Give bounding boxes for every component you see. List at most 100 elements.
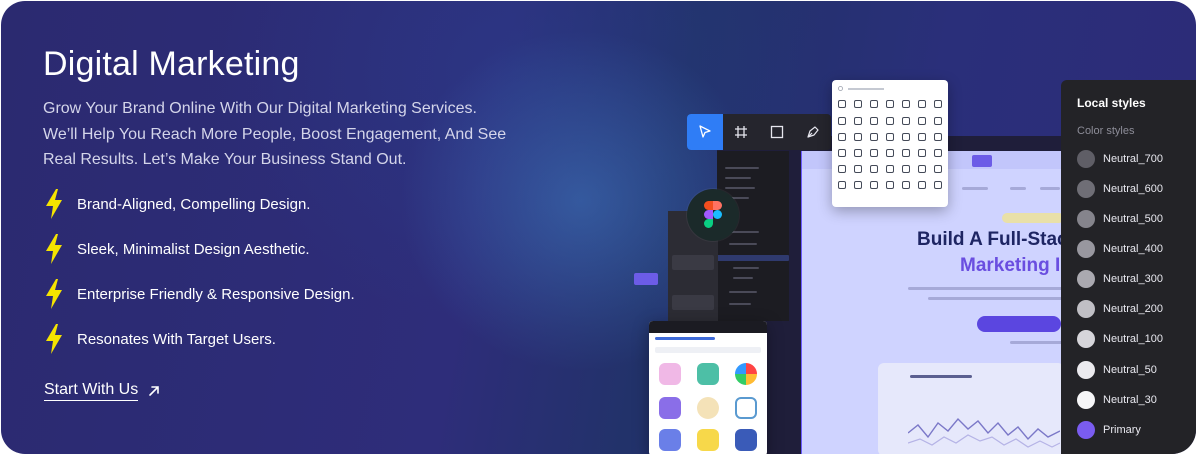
grid-icon[interactable] <box>918 100 926 108</box>
grid-icon[interactable] <box>886 100 894 108</box>
dimension-tag <box>972 155 992 167</box>
color-style-row[interactable]: Neutral_100 <box>1077 330 1163 348</box>
grid-icon[interactable] <box>838 117 846 125</box>
website-text-line <box>1010 341 1064 344</box>
grid-icon[interactable] <box>870 117 878 125</box>
frame-icon <box>735 126 747 138</box>
plugin-tabs[interactable] <box>655 337 715 340</box>
grid-icon[interactable] <box>870 165 878 173</box>
grid-icon[interactable] <box>934 149 942 157</box>
layer-row <box>729 303 751 305</box>
feature-item: Resonates With Target Users. <box>43 323 276 355</box>
color-swatch <box>1077 210 1095 228</box>
color-swatch <box>1077 300 1095 318</box>
feature-item: Brand-Aligned, Compelling Design. <box>43 188 310 220</box>
color-style-row[interactable]: Neutral_30 <box>1077 391 1157 409</box>
grid-icon[interactable] <box>934 165 942 173</box>
grid-icon[interactable] <box>886 181 894 189</box>
color-style-name: Neutral_100 <box>1103 333 1163 345</box>
grid-icon[interactable] <box>886 165 894 173</box>
color-swatch <box>1077 150 1095 168</box>
stats-line-chart <box>908 417 1060 448</box>
grid-icon[interactable] <box>854 100 862 108</box>
grid-icon[interactable] <box>902 181 910 189</box>
property-field[interactable] <box>672 295 714 310</box>
color-style-name: Neutral_700 <box>1103 153 1163 165</box>
color-style-row[interactable]: Neutral_500 <box>1077 210 1163 228</box>
grid-icon[interactable] <box>838 149 846 157</box>
grid-icon[interactable] <box>870 149 878 157</box>
color-swatch <box>1077 421 1095 439</box>
figma-logo-badge <box>687 189 739 241</box>
cursor-tool[interactable] <box>687 114 723 150</box>
sticker-thumbnail[interactable] <box>735 429 757 451</box>
grid-icon[interactable] <box>918 165 926 173</box>
sticker-thumbnail[interactable] <box>659 363 681 385</box>
color-style-row[interactable]: Primary <box>1077 421 1141 439</box>
feature-item: Sleek, Minimalist Design Aesthetic. <box>43 233 310 265</box>
grid-icon[interactable] <box>854 149 862 157</box>
grid-icon[interactable] <box>838 165 846 173</box>
sticker-thumbnail[interactable] <box>697 363 719 385</box>
grid-icon[interactable] <box>870 181 878 189</box>
grid-icon[interactable] <box>854 117 862 125</box>
grid-icon[interactable] <box>918 133 926 141</box>
nav-link <box>962 187 988 190</box>
website-hero-subtitle: Marketing I <box>960 255 1061 276</box>
grid-icon[interactable] <box>918 117 926 125</box>
sticker-thumbnail[interactable] <box>659 429 681 451</box>
sticker-thumbnail[interactable] <box>735 363 757 385</box>
plugin-search[interactable] <box>655 347 761 353</box>
grid-icon[interactable] <box>902 149 910 157</box>
grid-icon[interactable] <box>886 117 894 125</box>
sticker-thumbnail[interactable] <box>697 429 719 451</box>
color-style-row[interactable]: Neutral_300 <box>1077 270 1163 288</box>
grid-icon[interactable] <box>854 181 862 189</box>
grid-icon[interactable] <box>902 100 910 108</box>
grid-icon[interactable] <box>934 100 942 108</box>
grid-icon[interactable] <box>854 133 862 141</box>
lightning-bolt-icon <box>46 324 62 354</box>
grid-icon[interactable] <box>854 165 862 173</box>
grid-icon[interactable] <box>902 133 910 141</box>
cursor-icon <box>699 125 711 138</box>
color-swatch <box>1077 361 1095 379</box>
grid-icon[interactable] <box>902 165 910 173</box>
grid-icon[interactable] <box>902 117 910 125</box>
property-field[interactable] <box>672 255 714 270</box>
color-style-row[interactable]: Neutral_600 <box>1077 180 1163 198</box>
color-style-row[interactable]: Neutral_400 <box>1077 240 1163 258</box>
grid-icon[interactable] <box>934 133 942 141</box>
sticker-thumbnail[interactable] <box>697 397 719 419</box>
layer-row <box>729 291 757 293</box>
start-with-us-link[interactable]: Start With Us <box>44 381 160 401</box>
grid-icon[interactable] <box>886 149 894 157</box>
color-style-row[interactable]: Neutral_200 <box>1077 300 1163 318</box>
icon-search-field[interactable] <box>838 85 942 93</box>
grid-icon[interactable] <box>838 100 846 108</box>
grid-icon[interactable] <box>934 117 942 125</box>
color-swatch <box>1077 270 1095 288</box>
hero-description: Grow Your Brand Online With Our Digital … <box>43 100 507 168</box>
grid-icon[interactable] <box>838 181 846 189</box>
grid-icon[interactable] <box>918 149 926 157</box>
grid-icon[interactable] <box>934 181 942 189</box>
pen-tool[interactable] <box>795 114 831 150</box>
frame-tool[interactable] <box>723 114 759 150</box>
rectangle-icon <box>770 125 784 139</box>
grid-icon[interactable] <box>870 100 878 108</box>
grid-icon[interactable] <box>870 133 878 141</box>
grid-icon[interactable] <box>838 133 846 141</box>
arrow-up-right-icon <box>149 386 160 396</box>
website-cta-button <box>977 316 1061 332</box>
color-style-row[interactable]: Neutral_50 <box>1077 361 1157 379</box>
layer-row-selected <box>717 255 789 261</box>
sticker-thumbnail[interactable] <box>659 397 681 419</box>
grid-icon[interactable] <box>886 133 894 141</box>
color-style-row[interactable]: Neutral_700 <box>1077 150 1163 168</box>
sticker-thumbnail[interactable] <box>735 397 757 419</box>
grid-icon[interactable] <box>918 181 926 189</box>
rectangle-tool[interactable] <box>759 114 795 150</box>
color-swatch <box>1077 240 1095 258</box>
color-style-name: Primary <box>1103 424 1141 436</box>
